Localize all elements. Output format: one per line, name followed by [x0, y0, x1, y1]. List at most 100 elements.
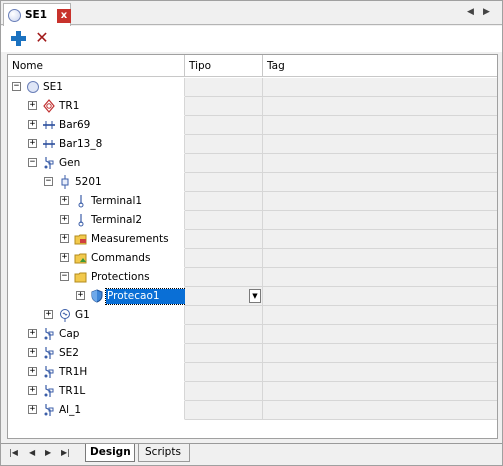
tipo-cell[interactable]: [185, 173, 263, 192]
expand-icon[interactable]: +: [28, 101, 37, 110]
tipo-cell[interactable]: [185, 116, 263, 135]
tag-cell[interactable]: [263, 249, 497, 268]
column-header-nome[interactable]: Nome: [8, 55, 185, 77]
collapse-icon[interactable]: −: [28, 158, 37, 167]
tree-row[interactable]: − Gen: [8, 154, 497, 173]
tag-cell[interactable]: [263, 97, 497, 116]
last-tab-icon[interactable]: ▶|: [61, 448, 70, 457]
column-header-tipo[interactable]: Tipo: [185, 55, 263, 77]
name-cell[interactable]: + Cap: [8, 325, 185, 344]
tipo-cell[interactable]: [185, 306, 263, 325]
prev-tab-icon[interactable]: ◀: [29, 448, 35, 457]
name-cell[interactable]: + TR1H: [8, 363, 185, 382]
expand-icon[interactable]: +: [44, 310, 53, 319]
tag-cell[interactable]: [263, 306, 497, 325]
tipo-cell[interactable]: [185, 230, 263, 249]
tree-row[interactable]: + Bar69: [8, 116, 497, 135]
expand-icon[interactable]: +: [28, 386, 37, 395]
name-cell[interactable]: + Bar69: [8, 116, 185, 135]
tree-row[interactable]: − Protections: [8, 268, 497, 287]
name-cell[interactable]: + Measurements: [8, 230, 185, 249]
tag-cell[interactable]: [263, 154, 497, 173]
delete-button[interactable]: ✕: [34, 29, 50, 47]
tree-row[interactable]: + Commands: [8, 249, 497, 268]
tag-cell[interactable]: [263, 173, 497, 192]
tab-se1[interactable]: SE1 x: [3, 3, 71, 26]
tipo-cell[interactable]: [185, 154, 263, 173]
tree-row[interactable]: + Cap: [8, 325, 497, 344]
tipo-cell[interactable]: [185, 344, 263, 363]
tree-row[interactable]: + TR1L: [8, 382, 497, 401]
expand-icon[interactable]: +: [28, 329, 37, 338]
node-label[interactable]: Protecao1: [105, 288, 187, 305]
tipo-cell[interactable]: [185, 363, 263, 382]
tag-cell[interactable]: [263, 211, 497, 230]
chevron-down-icon[interactable]: ▼: [249, 289, 261, 303]
name-cell[interactable]: + Commands: [8, 249, 185, 268]
tipo-cell[interactable]: [185, 325, 263, 344]
expand-icon[interactable]: +: [28, 405, 37, 414]
tag-cell[interactable]: [263, 287, 497, 306]
tipo-cell[interactable]: ▼: [185, 287, 263, 306]
name-cell[interactable]: + G1: [8, 306, 185, 325]
tag-cell[interactable]: [263, 382, 497, 401]
tipo-cell[interactable]: [185, 249, 263, 268]
tag-cell[interactable]: [263, 344, 497, 363]
name-cell[interactable]: + Terminal1: [8, 192, 185, 211]
add-button[interactable]: [11, 31, 26, 46]
tipo-cell[interactable]: [185, 97, 263, 116]
scroll-left-icon[interactable]: ◀: [467, 7, 474, 17]
expand-icon[interactable]: +: [28, 348, 37, 357]
tree-row[interactable]: + Bar13_8: [8, 135, 497, 154]
tipo-cell[interactable]: [185, 401, 263, 420]
tipo-cell[interactable]: [185, 382, 263, 401]
tab-design[interactable]: Design: [85, 444, 135, 462]
expand-icon[interactable]: +: [28, 367, 37, 376]
tag-cell[interactable]: [263, 78, 497, 97]
tag-cell[interactable]: [263, 192, 497, 211]
name-cell[interactable]: + Protecao1: [8, 287, 187, 306]
expand-icon[interactable]: +: [60, 215, 69, 224]
tag-cell[interactable]: [263, 135, 497, 154]
tag-cell[interactable]: [263, 268, 497, 287]
tree-row[interactable]: + SE2: [8, 344, 497, 363]
name-cell[interactable]: + Terminal2: [8, 211, 185, 230]
collapse-icon[interactable]: −: [44, 177, 53, 186]
tag-cell[interactable]: [263, 230, 497, 249]
name-cell[interactable]: + TR1L: [8, 382, 185, 401]
tipo-cell[interactable]: [185, 135, 263, 154]
name-cell[interactable]: + SE2: [8, 344, 185, 363]
tree-row[interactable]: + TR1H: [8, 363, 497, 382]
expand-icon[interactable]: +: [60, 253, 69, 262]
tree-row[interactable]: − SE1: [8, 78, 497, 97]
tree-row[interactable]: + Al_1: [8, 401, 497, 420]
name-cell[interactable]: + Bar13_8: [8, 135, 185, 154]
tag-cell[interactable]: [263, 116, 497, 135]
tag-cell[interactable]: [263, 401, 497, 420]
tipo-cell[interactable]: [185, 192, 263, 211]
next-tab-icon[interactable]: ▶: [45, 448, 51, 457]
expand-icon[interactable]: +: [28, 120, 37, 129]
scroll-right-icon[interactable]: ▶: [483, 7, 490, 17]
name-cell[interactable]: + TR1: [8, 97, 185, 116]
tree-row[interactable]: − 5201: [8, 173, 497, 192]
expand-icon[interactable]: +: [60, 234, 69, 243]
tab-scripts[interactable]: Scripts: [138, 444, 190, 462]
collapse-icon[interactable]: −: [12, 82, 21, 91]
tree-row[interactable]: + TR1: [8, 97, 497, 116]
expand-icon[interactable]: +: [28, 139, 37, 148]
tag-cell[interactable]: [263, 325, 497, 344]
expand-icon[interactable]: +: [76, 291, 85, 300]
tipo-cell[interactable]: [185, 268, 263, 287]
name-cell[interactable]: − Gen: [8, 154, 185, 173]
collapse-icon[interactable]: −: [60, 272, 69, 281]
name-cell[interactable]: + Al_1: [8, 401, 185, 420]
first-tab-icon[interactable]: |◀: [9, 448, 18, 457]
name-cell[interactable]: − 5201: [8, 173, 185, 192]
close-icon[interactable]: x: [57, 9, 71, 23]
tag-cell[interactable]: [263, 363, 497, 382]
column-header-tag[interactable]: Tag: [263, 55, 497, 77]
tipo-cell[interactable]: [185, 78, 263, 97]
tree-row[interactable]: + Measurements: [8, 230, 497, 249]
name-cell[interactable]: − SE1: [8, 78, 185, 97]
